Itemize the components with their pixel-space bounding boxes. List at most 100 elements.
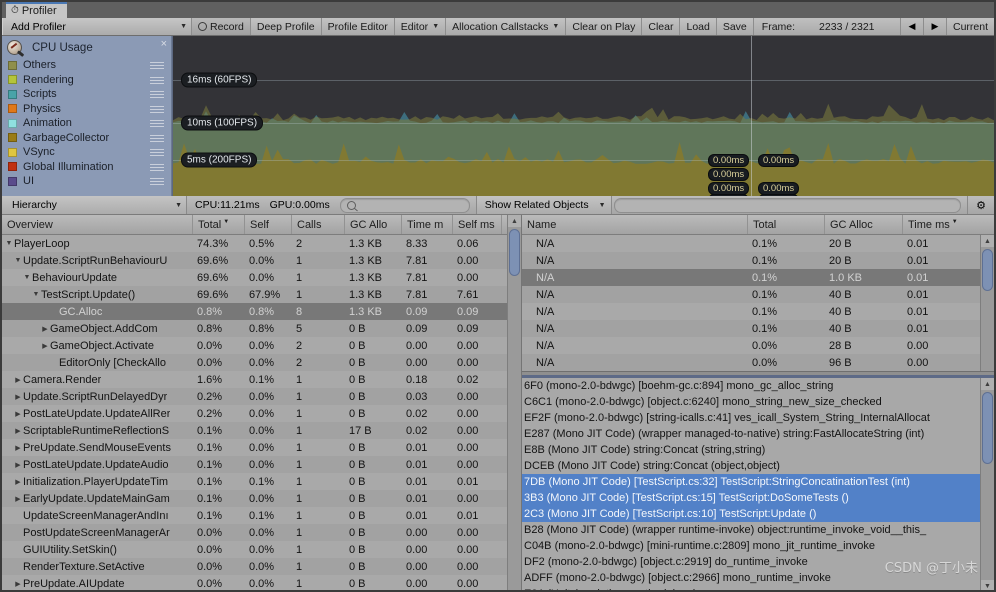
drag-handle-icon[interactable]: [150, 149, 164, 155]
table-row[interactable]: ▶PostLateUpdate.UpdateAllRer0.2%0.0%10 B…: [2, 405, 521, 422]
legend-item-animation[interactable]: Animation: [2, 116, 172, 131]
chevron-right-icon[interactable]: ▶: [40, 342, 50, 350]
add-profiler-dropdown[interactable]: Add Profiler ▼: [2, 18, 192, 35]
record-button[interactable]: Record: [192, 18, 251, 35]
col-self[interactable]: Self: [244, 215, 291, 234]
table-row[interactable]: N/A0.1%20 B0.01: [522, 252, 994, 269]
deep-profile-button[interactable]: Deep Profile: [251, 18, 322, 35]
table-row[interactable]: ▶Camera.Render1.6%0.1%10 B0.180.02: [2, 371, 521, 388]
table-row[interactable]: ▶PostLateUpdate.UpdateAudio0.1%0.0%10 B0…: [2, 456, 521, 473]
legend-item-scripts[interactable]: Scripts: [2, 87, 172, 102]
col-overview[interactable]: Overview: [2, 215, 192, 234]
callstack-line[interactable]: DCEB (Mono JIT Code) string:Concat (obje…: [522, 458, 994, 474]
drag-handle-icon[interactable]: [150, 135, 164, 141]
hierarchy-vertical-scrollbar[interactable]: ▲ ▼: [507, 215, 521, 592]
chevron-right-icon[interactable]: ▶: [40, 325, 50, 333]
chevron-down-icon[interactable]: ▼: [31, 291, 41, 298]
legend-item-rendering[interactable]: Rendering: [2, 73, 172, 88]
allocation-callstack-panel[interactable]: 6F0 (mono-2.0-bdwgc) [boehm-gc.c:894] mo…: [522, 376, 994, 592]
col-name[interactable]: Name: [522, 215, 747, 234]
scroll-down-icon[interactable]: ▼: [981, 580, 994, 592]
legend-item-global-illumination[interactable]: Global Illumination: [2, 160, 172, 175]
next-frame-button[interactable]: ▶: [923, 18, 946, 35]
callstack-line[interactable]: ADFF (mono-2.0-bdwgc) [object.c:2966] mo…: [522, 570, 994, 586]
table-row[interactable]: N/A0.1%20 B0.01: [522, 235, 994, 252]
table-row[interactable]: N/A0.1%40 B0.01: [522, 303, 994, 320]
callstack-line[interactable]: 7DB (Mono JIT Code) [TestScript.cs:32] T…: [522, 474, 994, 490]
table-row[interactable]: GC.Alloc0.8%0.8%81.3 KB0.090.09: [2, 303, 521, 320]
col-calls[interactable]: Calls: [291, 215, 344, 234]
legend-item-physics[interactable]: Physics: [2, 102, 172, 117]
table-row[interactable]: N/A0.0%96 B0.00: [522, 354, 994, 371]
scroll-up-icon[interactable]: ▲: [508, 215, 521, 227]
table-row[interactable]: ▶GameObject.AddCom0.8%0.8%50 B0.090.09: [2, 320, 521, 337]
table-row[interactable]: N/A0.1%1.0 KB0.01: [522, 269, 994, 286]
table-row[interactable]: GUIUtility.SetSkin()0.0%0.0%10 B0.000.00: [2, 541, 521, 558]
editor-dropdown[interactable]: Editor ▼: [395, 18, 446, 35]
profile-editor-button[interactable]: Profile Editor: [322, 18, 395, 35]
callstack-line[interactable]: EF2F (mono-2.0-bdwgc) [string-icalls.c:4…: [522, 410, 994, 426]
col-self-ms[interactable]: Self ms: [452, 215, 501, 234]
col-rel-gc-alloc[interactable]: GC Alloc: [824, 215, 902, 234]
current-frame-button[interactable]: Current: [946, 18, 994, 35]
allocation-callstacks-dropdown[interactable]: Allocation Callstacks ▼: [446, 18, 566, 35]
callstack-vertical-scrollbar[interactable]: ▲ ▼: [980, 378, 994, 592]
table-row[interactable]: ▶EarlyUpdate.UpdateMainGam0.1%0.0%10 B0.…: [2, 490, 521, 507]
clear-button[interactable]: Clear: [642, 18, 680, 35]
chevron-right-icon[interactable]: ▶: [13, 461, 23, 469]
callstack-line[interactable]: 6F0 (mono-2.0-bdwgc) [boehm-gc.c:894] mo…: [522, 378, 994, 394]
drag-handle-icon[interactable]: [150, 77, 164, 83]
table-row[interactable]: EditorOnly [CheckAllo0.0%0.0%20 B0.000.0…: [2, 354, 521, 371]
view-mode-dropdown[interactable]: Hierarchy ▼: [2, 196, 187, 214]
chevron-down-icon[interactable]: ▼: [22, 274, 32, 281]
legend-item-vsync[interactable]: VSync: [2, 145, 172, 160]
table-row[interactable]: N/A0.1%40 B0.01: [522, 320, 994, 337]
frame-playhead[interactable]: [751, 36, 752, 196]
chevron-down-icon[interactable]: ▼: [13, 257, 23, 264]
callstack-line[interactable]: B28 (Mono JIT Code) (wrapper runtime-inv…: [522, 522, 994, 538]
settings-button[interactable]: ⚙: [967, 196, 994, 214]
scrollbar-thumb[interactable]: [982, 392, 993, 464]
col-rel-total[interactable]: Total: [747, 215, 824, 234]
table-row[interactable]: ▼PlayerLoop74.3%0.5%21.3 KB8.330.06: [2, 235, 521, 252]
callstack-line[interactable]: E287 (Mono JIT Code) (wrapper managed-to…: [522, 426, 994, 442]
callstack-line[interactable]: DF2 (mono-2.0-bdwgc) [object.c:2919] do_…: [522, 554, 994, 570]
table-row[interactable]: UpdateScreenManagerAndInı0.1%0.1%10 B0.0…: [2, 507, 521, 524]
related-vertical-scrollbar[interactable]: ▲: [980, 235, 994, 371]
drag-handle-icon[interactable]: [150, 164, 164, 170]
related-search-input[interactable]: [614, 198, 961, 213]
scrollbar-thumb[interactable]: [982, 249, 993, 291]
callstack-line[interactable]: 2C3 (Mono JIT Code) [TestScript.cs:10] T…: [522, 506, 994, 522]
callstack-line[interactable]: 3B3 (Mono JIT Code) [TestScript.cs:15] T…: [522, 490, 994, 506]
callstack-line[interactable]: C04B (mono-2.0-bdwgc) [mini-runtime.c:28…: [522, 538, 994, 554]
col-gc-alloc[interactable]: GC Allo: [344, 215, 401, 234]
cpu-usage-graph[interactable]: Selected: GC.Alloc 16ms (60FPS)10ms (100…: [173, 36, 994, 196]
load-button[interactable]: Load: [680, 18, 716, 35]
table-row[interactable]: ▶PreUpdate.SendMouseEvents0.1%0.0%10 B0.…: [2, 439, 521, 456]
table-row[interactable]: ▼TestScript.Update()69.6%67.9%11.3 KB7.8…: [2, 286, 521, 303]
table-row[interactable]: ▶PreUpdate.AIUpdate0.0%0.0%10 B0.000.00: [2, 575, 521, 592]
legend-item-others[interactable]: Others: [2, 58, 172, 73]
scroll-up-icon[interactable]: ▲: [981, 235, 994, 247]
scrollbar-thumb[interactable]: [509, 229, 520, 276]
table-row[interactable]: N/A0.0%28 B0.00: [522, 337, 994, 354]
chevron-right-icon[interactable]: ▶: [13, 410, 23, 418]
save-button[interactable]: Save: [717, 18, 754, 35]
table-row[interactable]: ▼BehaviourUpdate69.6%0.0%11.3 KB7.810.00: [2, 269, 521, 286]
drag-handle-icon[interactable]: [150, 62, 164, 68]
table-row[interactable]: PostUpdateScreenManagerAr0.0%0.0%10 B0.0…: [2, 524, 521, 541]
table-row[interactable]: N/A0.1%40 B0.01: [522, 286, 994, 303]
prev-frame-button[interactable]: ◀: [900, 18, 923, 35]
drag-handle-icon[interactable]: [150, 91, 164, 97]
table-row[interactable]: ▼Update.ScriptRunBehaviourU69.6%0.0%11.3…: [2, 252, 521, 269]
table-row[interactable]: RenderTexture.SetActive0.0%0.0%10 B0.000…: [2, 558, 521, 575]
chevron-right-icon[interactable]: ▶: [13, 495, 23, 503]
chevron-right-icon[interactable]: ▶: [13, 427, 23, 435]
chevron-right-icon[interactable]: ▶: [13, 478, 23, 486]
search-input[interactable]: [340, 198, 470, 213]
chevron-right-icon[interactable]: ▶: [13, 393, 23, 401]
tab-profiler[interactable]: ⏱ Profiler: [6, 2, 67, 18]
chevron-right-icon[interactable]: ▶: [13, 376, 23, 384]
chevron-down-icon[interactable]: ▼: [4, 240, 14, 247]
scroll-up-icon[interactable]: ▲: [981, 378, 994, 390]
